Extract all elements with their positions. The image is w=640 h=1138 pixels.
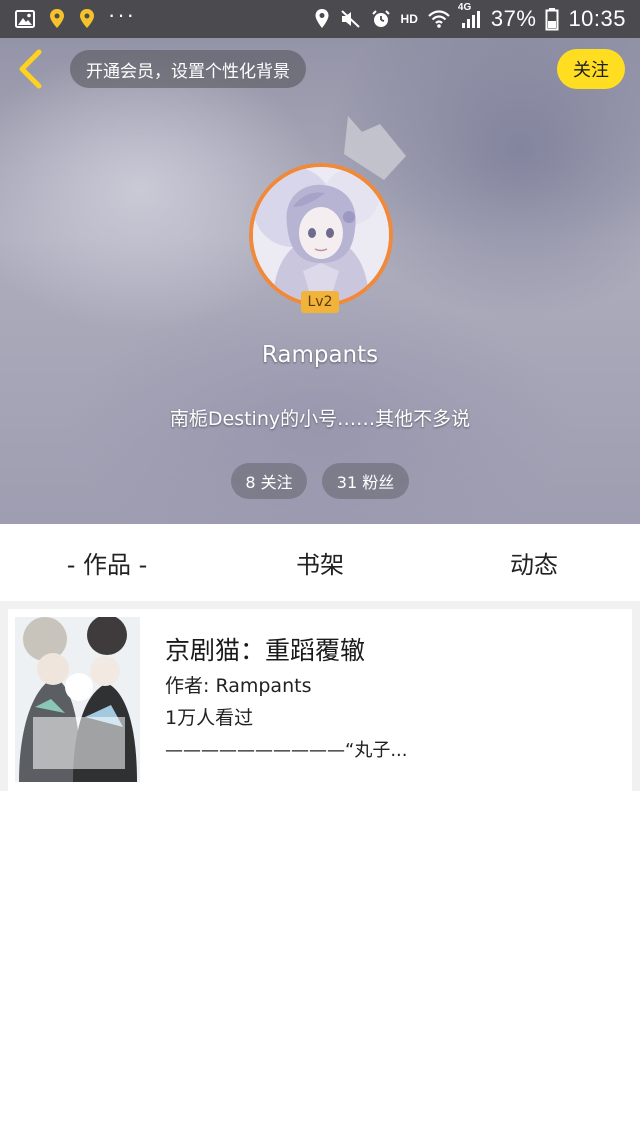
more-notifications-indicator: ··· bbox=[108, 2, 136, 27]
wifi-icon bbox=[427, 8, 451, 30]
profile-tabs: - 作品 - 书架 动态 bbox=[0, 524, 640, 601]
work-view-count: 1万人看过 bbox=[165, 707, 254, 729]
location-icon bbox=[314, 8, 330, 30]
work-title: 京剧猫：重蹈覆辙 bbox=[165, 636, 366, 665]
level-badge: Lv2 bbox=[301, 291, 339, 313]
tab-works[interactable]: - 作品 - bbox=[40, 524, 174, 601]
work-description: ——————————“丸子... bbox=[165, 740, 408, 761]
alarm-icon bbox=[370, 8, 392, 30]
following-count[interactable]: 8 关注 bbox=[231, 463, 307, 499]
user-bio: 南栀Destiny的小号……其他不多说 bbox=[169, 408, 471, 430]
tab-bookshelf[interactable]: 书架 bbox=[266, 524, 374, 601]
battery-icon bbox=[545, 7, 559, 31]
list-item[interactable]: 京剧猫：重蹈覆辙 作者: Rampants 1万人看过 ——————————“丸… bbox=[8, 609, 632, 791]
tab-activity[interactable]: 动态 bbox=[480, 524, 588, 601]
hd-voice-indicator: HD bbox=[400, 12, 418, 26]
vip-background-banner[interactable]: 开通会员，设置个性化背景 bbox=[70, 50, 306, 88]
signal-icon: 4G bbox=[458, 2, 482, 30]
avatar[interactable] bbox=[249, 163, 393, 307]
followers-count[interactable]: 31 粉丝 bbox=[322, 463, 409, 499]
image-icon bbox=[14, 8, 36, 30]
location-pin-icon bbox=[48, 8, 66, 30]
clock-time: 10:35 bbox=[568, 6, 626, 31]
status-bar-right: HD 4G 37% 10:35 bbox=[314, 0, 626, 38]
username: Rampants bbox=[261, 342, 379, 368]
mute-icon bbox=[339, 8, 361, 30]
battery-percentage: 37% bbox=[490, 6, 537, 31]
follow-button[interactable]: 关注 bbox=[557, 49, 625, 89]
status-bar-left: ··· bbox=[14, 0, 136, 38]
profile-screen: ··· HD 4G 37% 10:35 开通会员，设置个性化背景 关注 Lv2 … bbox=[0, 0, 640, 1138]
status-bar: ··· HD 4G 37% 10:35 bbox=[0, 0, 640, 38]
back-button[interactable] bbox=[10, 46, 50, 92]
work-author: 作者: Rampants bbox=[165, 675, 312, 697]
work-cover-image bbox=[15, 617, 140, 782]
location-pin-icon bbox=[78, 8, 96, 30]
network-type-label: 4G bbox=[457, 2, 472, 13]
section-divider bbox=[0, 601, 640, 609]
chevron-left-icon bbox=[15, 48, 45, 90]
